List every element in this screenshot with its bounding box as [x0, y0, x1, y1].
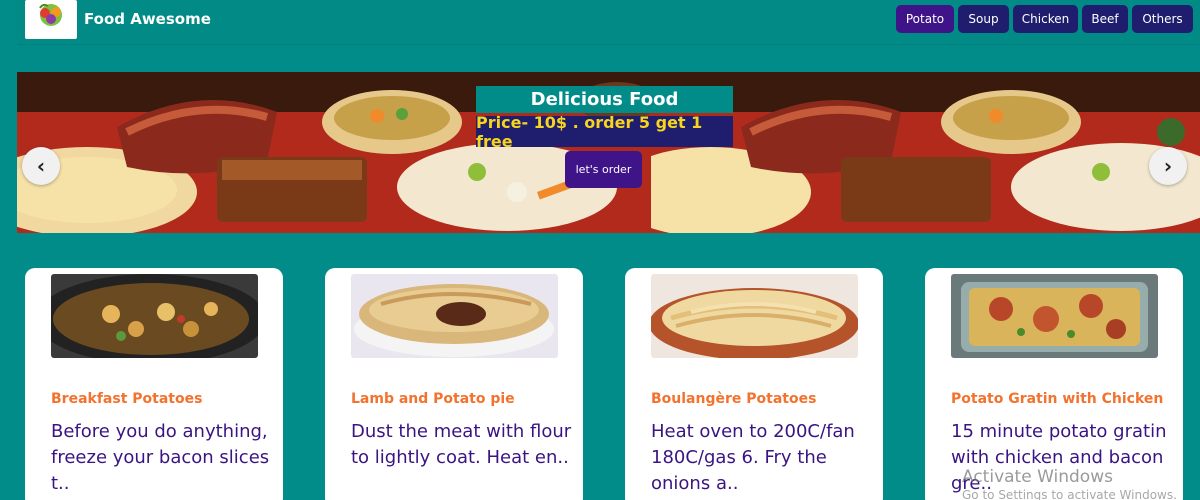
recipe-description: Dust the meat with flour to lightly coat…: [351, 421, 572, 468]
nav-others-button[interactable]: Others: [1132, 5, 1193, 33]
recipe-title[interactable]: Lamb and Potato pie: [351, 391, 515, 407]
recipe-image: [651, 274, 858, 358]
nav-potato-button[interactable]: Potato: [896, 5, 954, 33]
recipe-card[interactable]: Breakfast Potatoes Before you do anythin…: [25, 268, 283, 500]
order-button[interactable]: let's order: [565, 151, 642, 188]
hero-food-image-2: [651, 72, 1200, 233]
carousel-next-icon[interactable]: ›: [1149, 147, 1187, 185]
recipe-image: [351, 274, 558, 358]
activate-windows-watermark: Activate Windows: [962, 467, 1113, 487]
recipe-image: [951, 274, 1158, 358]
nav-chicken-button[interactable]: Chicken: [1013, 5, 1078, 33]
recipe-card[interactable]: Lamb and Potato pie Dust the meat with f…: [325, 268, 583, 500]
carousel-prev-icon[interactable]: ‹: [22, 147, 60, 185]
nav-beef-button[interactable]: Beef: [1082, 5, 1128, 33]
brand-name[interactable]: Food Awesome: [84, 10, 211, 28]
hero-caption-title: Delicious Food: [476, 86, 733, 113]
activate-windows-subtext: Go to Settings to activate Windows.: [962, 488, 1177, 500]
nav-soup-button[interactable]: Soup: [958, 5, 1009, 33]
recipe-description: Before you do anything, freeze your baco…: [51, 421, 270, 494]
recipe-card[interactable]: Potato Gratin with Chicken 15 minute pot…: [925, 268, 1183, 500]
recipe-title[interactable]: Boulangère Potatoes: [651, 391, 816, 407]
logo[interactable]: [25, 0, 77, 39]
recipe-title[interactable]: Breakfast Potatoes: [51, 391, 202, 407]
recipe-description: Heat oven to 200C/fan 180C/gas 6. Fry th…: [651, 421, 855, 494]
hero-caption-price: Price- 10$ . order 5 get 1 free: [476, 113, 733, 151]
category-nav: Potato Soup Chicken Beef Others: [896, 5, 1193, 33]
recipe-title[interactable]: Potato Gratin with Chicken: [951, 391, 1163, 407]
recipe-card[interactable]: Boulangère Potatoes Heat oven to 200C/fa…: [625, 268, 883, 500]
recipe-image: [51, 274, 258, 358]
